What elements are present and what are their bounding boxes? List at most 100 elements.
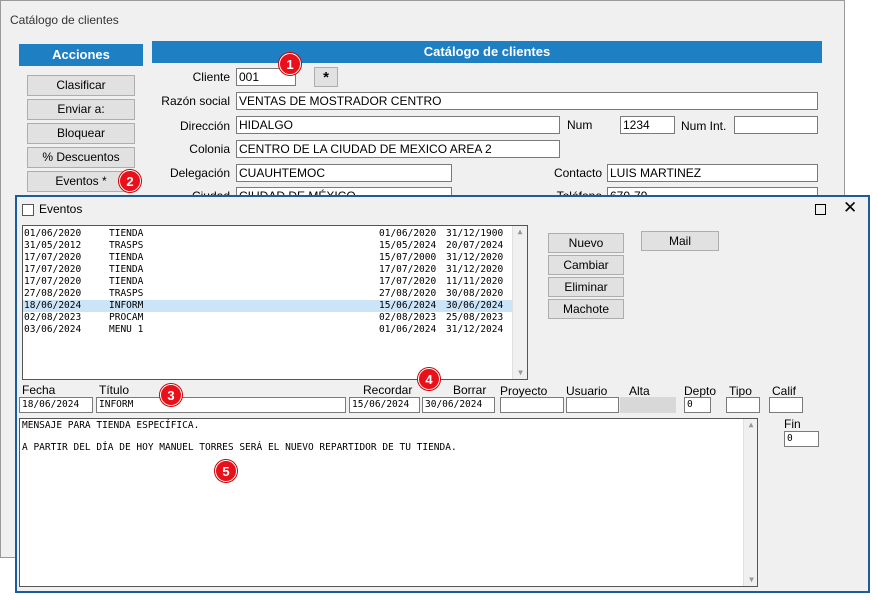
- tipo-label: Tipo: [729, 384, 752, 398]
- mail-button[interactable]: Mail: [641, 231, 719, 251]
- event-titulo-cell: TRASPS: [109, 240, 144, 251]
- nuevo-button[interactable]: Nuevo: [548, 233, 624, 253]
- direccion-field[interactable]: HIDALGO: [236, 116, 560, 134]
- eventos-dialog: Eventos ✕ 01/06/2020 TIENDA 01/06/2020 31/1…: [15, 195, 870, 593]
- callout-badge-5: 5: [215, 460, 237, 482]
- event-row[interactable]: 17/07/2020 TIENDA 15/07/2000 31/12/2020: [23, 252, 512, 264]
- callout-badge-4: 4: [418, 368, 440, 390]
- window-title: Catálogo de clientes: [10, 13, 119, 27]
- event-fecha-cell: 18/06/2024: [24, 300, 82, 311]
- borrar-field[interactable]: 30/06/2024: [422, 397, 495, 413]
- clasificar-button[interactable]: Clasificar: [27, 75, 135, 96]
- enviar-a-button[interactable]: Enviar a:: [27, 99, 135, 120]
- borrar-label: Borrar: [453, 383, 487, 397]
- callout-badge-3: 3: [160, 384, 182, 406]
- memo-line: MENSAJE PARA TIENDA ESPECÍFICA.: [22, 420, 200, 431]
- callout-badge-2: 2: [119, 170, 141, 192]
- alta-field: [620, 397, 676, 413]
- event-titulo-cell: PROCAM: [109, 312, 144, 323]
- razon-social-label: Razón social: [161, 94, 230, 108]
- event-fecha-cell: 17/07/2020: [24, 276, 82, 287]
- close-icon[interactable]: ✕: [843, 198, 857, 218]
- memo-line: [22, 431, 740, 442]
- descuentos-button[interactable]: % Descuentos: [27, 147, 135, 168]
- colonia-field[interactable]: CENTRO DE LA CIUDAD DE MEXICO AREA 2: [236, 140, 560, 158]
- event-borrar-cell: 11/11/2020: [446, 276, 504, 287]
- event-row[interactable]: 17/07/2020 TIENDA 17/07/2020 31/12/2020: [23, 264, 512, 276]
- event-titulo-cell: TIENDA: [109, 264, 144, 275]
- event-fecha-cell: 31/05/2012: [24, 240, 82, 251]
- asterisk-button[interactable]: *: [314, 67, 338, 87]
- contacto-label: Contacto: [553, 166, 602, 180]
- memo-scroll-down-icon[interactable]: ▼: [744, 574, 757, 586]
- event-row[interactable]: 27/08/2020 TRASPS 27/08/2020 30/08/2020: [23, 288, 512, 300]
- razon-social-field[interactable]: VENTAS DE MOSTRADOR CENTRO: [236, 92, 818, 110]
- event-borrar-cell: 20/07/2024: [446, 240, 504, 251]
- list-scrollbar[interactable]: ▲ ▼: [512, 226, 527, 379]
- event-borrar-cell: 31/12/2024: [446, 324, 504, 335]
- fin-label: Fin: [784, 417, 801, 431]
- recordar-label: Recordar: [363, 383, 413, 397]
- message-textarea[interactable]: MENSAJE PARA TIENDA ESPECÍFICA. A PARTIR …: [19, 418, 758, 587]
- event-fecha-cell: 27/08/2020: [24, 288, 82, 299]
- event-titulo-cell: TIENDA: [109, 228, 144, 239]
- recordar-field[interactable]: 15/06/2024: [349, 397, 420, 413]
- catalogo-header: Catálogo de clientes: [152, 41, 822, 63]
- eliminar-button[interactable]: Eliminar: [548, 277, 624, 297]
- event-row[interactable]: 31/05/2012 TRASPS 15/05/2024 20/07/2024: [23, 240, 512, 252]
- proyecto-label: Proyecto: [500, 384, 548, 398]
- event-fecha-cell: 17/07/2020: [24, 264, 82, 275]
- calif-label: Calif: [772, 384, 797, 398]
- tipo-field[interactable]: [726, 397, 760, 413]
- fecha-field[interactable]: 18/06/2024: [19, 397, 93, 413]
- machote-button[interactable]: Machote: [548, 299, 624, 319]
- event-borrar-cell: 31/12/2020: [446, 264, 504, 275]
- event-recordar-cell: 17/07/2020: [379, 264, 437, 275]
- event-recordar-cell: 02/08/2023: [379, 312, 437, 323]
- window-icon: [22, 204, 34, 216]
- cambiar-button[interactable]: Cambiar: [548, 255, 624, 275]
- maximize-icon[interactable]: [815, 204, 826, 215]
- memo-scrollbar[interactable]: ▲ ▼: [743, 419, 757, 586]
- event-recordar-cell: 17/07/2020: [379, 276, 437, 287]
- event-row[interactable]: 01/06/2020 TIENDA 01/06/2020 31/12/1900: [23, 228, 512, 240]
- depto-label: Depto: [684, 384, 717, 398]
- contacto-field[interactable]: LUIS MARTINEZ: [607, 164, 818, 182]
- events-list[interactable]: 01/06/2020 TIENDA 01/06/2020 31/12/1900 31/0…: [22, 225, 528, 380]
- titulo-field[interactable]: INFORM: [96, 397, 346, 413]
- delegacion-field[interactable]: CUAUHTEMOC: [236, 164, 452, 182]
- event-borrar-cell: 30/06/2024: [446, 300, 504, 311]
- num-field[interactable]: 1234: [620, 116, 675, 134]
- scroll-down-icon[interactable]: ▼: [513, 367, 527, 379]
- memo-scroll-up-icon[interactable]: ▲: [744, 419, 757, 431]
- num-int-field[interactable]: [734, 116, 818, 134]
- event-row[interactable]: 17/07/2020 TIENDA 17/07/2020 11/11/2020: [23, 276, 512, 288]
- titulo-label: Título: [99, 383, 130, 397]
- usuario-field[interactable]: [566, 397, 619, 413]
- colonia-label: Colonia: [189, 142, 230, 156]
- depto-field[interactable]: 0: [684, 397, 711, 413]
- delegacion-label: Delegación: [169, 166, 230, 180]
- scroll-up-icon[interactable]: ▲: [513, 226, 527, 238]
- fin-field[interactable]: 0: [784, 431, 819, 447]
- event-row[interactable]: 02/08/2023 PROCAM 02/08/2023 25/08/2023: [23, 312, 512, 324]
- proyecto-field[interactable]: [500, 397, 564, 413]
- callout-badge-1: 1: [279, 53, 301, 75]
- fecha-label: Fecha: [22, 383, 56, 397]
- event-recordar-cell: 15/06/2024: [379, 300, 437, 311]
- event-titulo-cell: TRASPS: [109, 288, 144, 299]
- event-fecha-cell: 02/08/2023: [24, 312, 82, 323]
- event-row[interactable]: 18/06/2024 INFORM 15/06/2024 30/06/2024: [23, 300, 512, 312]
- direccion-label: Dirección: [179, 119, 230, 133]
- event-fecha-cell: 17/07/2020: [24, 252, 82, 263]
- event-row[interactable]: 03/06/2024 MENU 1 01/06/2024 31/12/2024: [23, 324, 512, 336]
- num-label: Num: [567, 118, 593, 132]
- calif-field[interactable]: [769, 397, 803, 413]
- event-recordar-cell: 01/06/2020: [379, 228, 437, 239]
- bloquear-button[interactable]: Bloquear: [27, 123, 135, 144]
- alta-label: Alta: [629, 384, 650, 398]
- event-borrar-cell: 25/08/2023: [446, 312, 504, 323]
- event-fecha-cell: 03/06/2024: [24, 324, 82, 335]
- event-borrar-cell: 31/12/2020: [446, 252, 504, 263]
- event-recordar-cell: 15/05/2024: [379, 240, 437, 251]
